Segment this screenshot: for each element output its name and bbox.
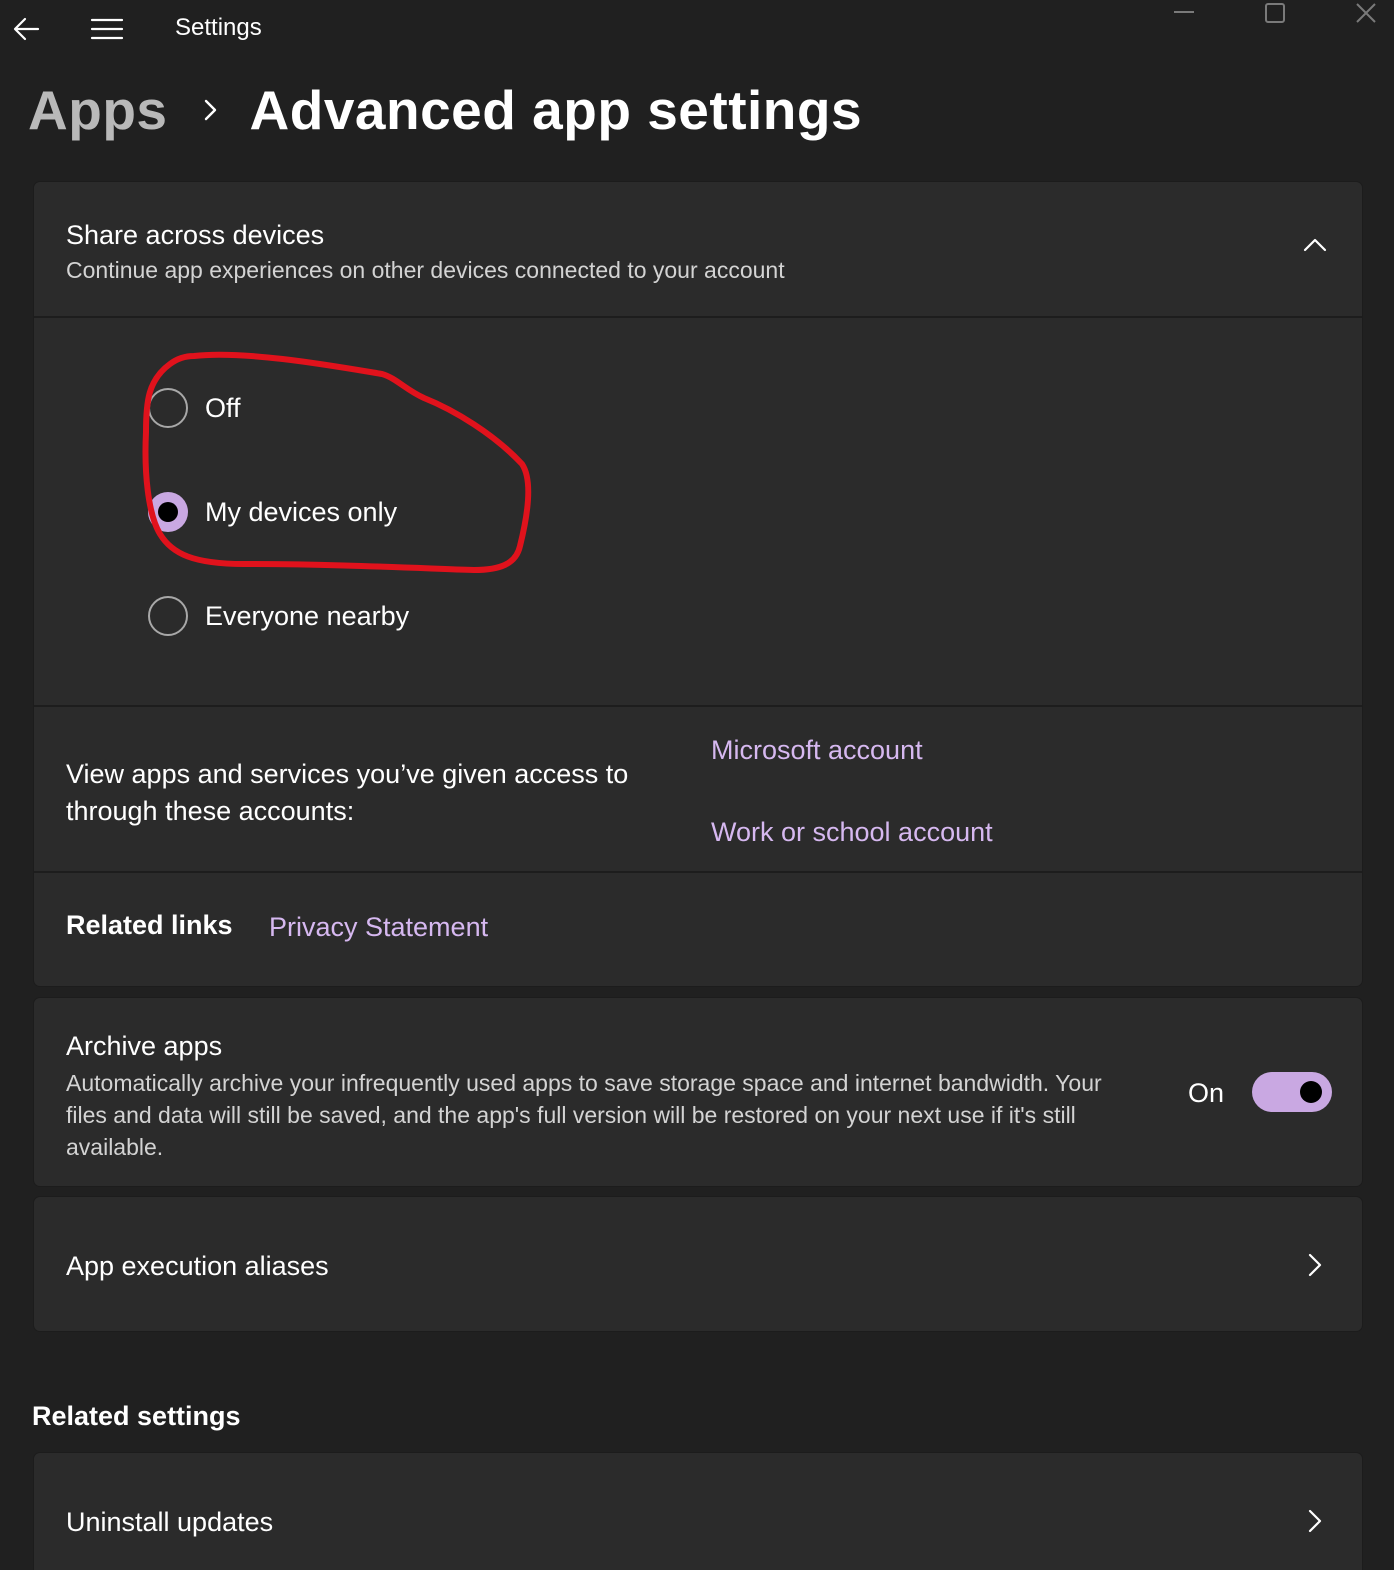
radio-option-everyone-nearby[interactable]: Everyone nearby: [148, 594, 409, 638]
page-title: Advanced app settings: [249, 79, 863, 141]
hamburger-menu-icon[interactable]: [88, 12, 126, 46]
accounts-access-text: View apps and services you’ve given acce…: [66, 759, 629, 826]
radio-button[interactable]: [148, 596, 188, 636]
toggle-state-label: On: [1188, 1078, 1225, 1108]
divider: [34, 316, 1362, 318]
share-across-devices-title: Share across devices: [66, 220, 325, 250]
window-title: Settings: [175, 14, 262, 41]
archive-apps-toggle[interactable]: [1252, 1072, 1332, 1112]
work-or-school-account-link[interactable]: Work or school account: [711, 817, 993, 848]
radio-button[interactable]: [148, 388, 188, 428]
chevron-right-icon: [202, 96, 220, 124]
radio-option-my-devices-only[interactable]: My devices only: [148, 490, 397, 534]
chevron-right-icon: [1306, 1252, 1324, 1278]
radio-label: My devices only: [205, 496, 398, 527]
archive-apps-description: Automatically archive your infrequently …: [66, 1070, 1102, 1160]
privacy-statement-link[interactable]: Privacy Statement: [269, 912, 488, 943]
divider: [34, 705, 1362, 707]
share-across-devices-header[interactable]: Share across devices Continue app experi…: [34, 182, 1362, 316]
uninstall-updates-card[interactable]: Uninstall updates: [33, 1452, 1363, 1570]
archive-apps-card: Archive apps Automatically archive your …: [33, 997, 1363, 1187]
share-across-devices-description: Continue app experiences on other device…: [66, 257, 785, 283]
maximize-icon[interactable]: [1245, 0, 1305, 34]
breadcrumb: Apps Advanced app settings: [28, 74, 862, 146]
title-bar: Settings: [0, 0, 1394, 62]
minimize-icon[interactable]: [1154, 0, 1214, 34]
app-execution-aliases-card[interactable]: App execution aliases: [33, 1196, 1363, 1332]
toggle-knob: [1300, 1081, 1322, 1103]
breadcrumb-apps[interactable]: Apps: [28, 78, 168, 142]
radio-option-off[interactable]: Off: [148, 386, 241, 430]
related-settings-heading: Related settings: [32, 1401, 241, 1431]
back-arrow-icon[interactable]: [10, 12, 44, 46]
chevron-right-icon: [1306, 1508, 1324, 1534]
share-across-devices-card: Share across devices Continue app experi…: [33, 181, 1363, 987]
close-icon[interactable]: [1336, 0, 1394, 34]
divider: [34, 871, 1362, 873]
archive-apps-title: Archive apps: [66, 1031, 223, 1061]
uninstall-updates-label: Uninstall updates: [66, 1507, 274, 1537]
chevron-up-icon[interactable]: [1302, 236, 1328, 254]
microsoft-account-link[interactable]: Microsoft account: [711, 735, 923, 766]
settings-window: Settings Apps Advanced app settings Shar…: [0, 0, 1394, 1570]
related-links-label: Related links: [66, 910, 233, 940]
app-execution-aliases-label: App execution aliases: [66, 1251, 329, 1281]
radio-button-selected[interactable]: [148, 492, 188, 532]
radio-label: Everyone nearby: [205, 600, 410, 631]
red-annotation-circle: [142, 351, 532, 573]
radio-label: Off: [205, 392, 241, 423]
